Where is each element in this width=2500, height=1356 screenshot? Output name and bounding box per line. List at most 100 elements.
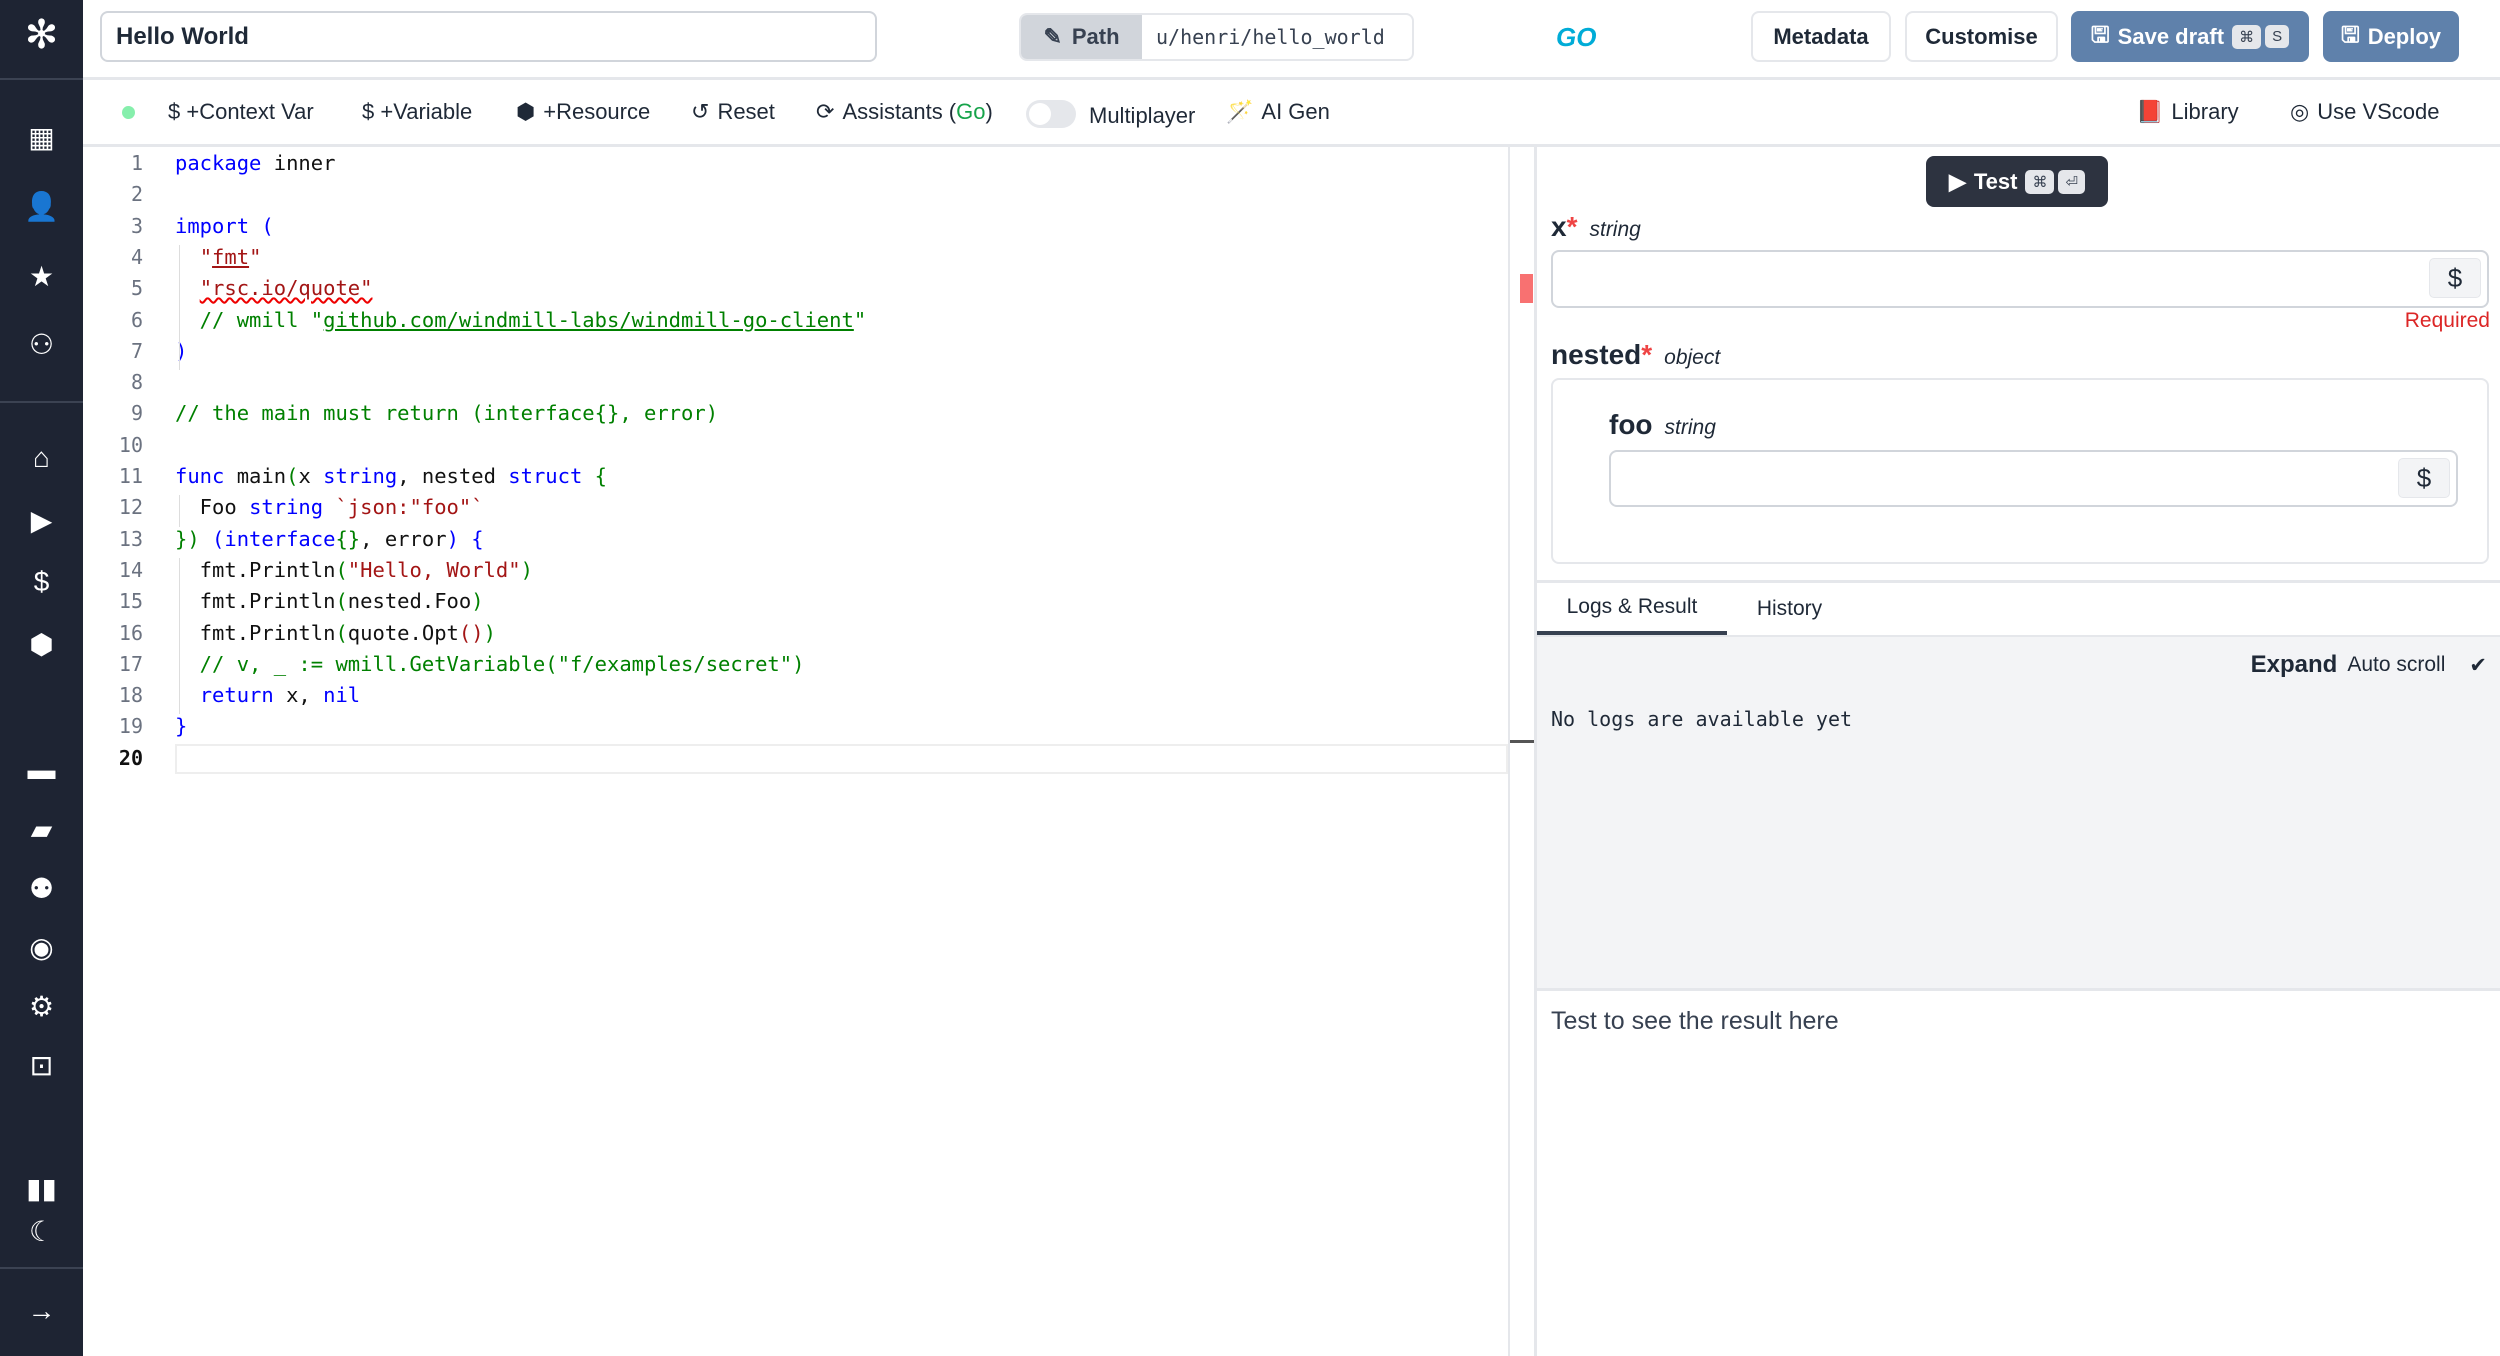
code-token: fmt.Println [175, 589, 336, 614]
code-line[interactable]: "fmt" [175, 244, 262, 269]
code-line[interactable]: // the main must return (interface{}, er… [175, 401, 718, 425]
code-line[interactable]: return x, nil [175, 683, 360, 707]
arrow-right-icon[interactable]: → [0, 1291, 83, 1331]
dollar-icon[interactable]: $ [2429, 258, 2481, 298]
save-draft-button[interactable]: 🖫 Save draft ⌘ S [2071, 11, 2309, 62]
save-icon: 🖫 [2090, 21, 2110, 47]
dollar-icon[interactable]: $ [2398, 458, 2450, 498]
script-title-input[interactable]: Hello World [100, 11, 877, 62]
moon-icon[interactable]: ☾ [0, 1211, 83, 1251]
dollar-icon[interactable]: $ [0, 562, 83, 602]
folder-open-icon[interactable]: ▰ [0, 809, 83, 849]
path-edit-button[interactable]: ✎ Path [1021, 15, 1142, 59]
line-number: 8 [130, 370, 143, 395]
line-number: 19 [118, 714, 143, 739]
ai-gen-button[interactable]: 🪄 AI Gen [1226, 80, 1330, 144]
code-token: " [249, 244, 262, 269]
deploy-button[interactable]: 🖫 Deploy [2323, 11, 2459, 62]
eye-icon[interactable]: ◉ [0, 927, 83, 967]
x-input[interactable]: $ [1551, 250, 2489, 308]
calendar-icon[interactable]: ▬ [0, 750, 83, 790]
code-line[interactable]: fmt.Println(quote.Opt()) [175, 621, 496, 645]
code-line[interactable]: Foo string `json:"foo"` [175, 495, 484, 519]
code-line[interactable]: import ( [175, 214, 274, 238]
tab-logs-result[interactable]: Logs & Result [1537, 583, 1727, 635]
x-arg-label: x* string [1551, 211, 1641, 242]
multiplayer-toggle[interactable] [1026, 100, 1076, 128]
line-number: 13 [118, 526, 143, 551]
test-button[interactable]: ▶ Test ⌘ ⏎ [1926, 156, 2108, 207]
code-line[interactable]: ) [175, 339, 187, 363]
code-line[interactable]: }) (interface{}, error) { [175, 527, 484, 551]
reset-button[interactable]: ↺ Reset [691, 80, 775, 144]
sidebar-divider [0, 78, 83, 80]
use-vscode-button[interactable]: ◎ Use VScode [2290, 80, 2440, 144]
path-value: u/henri/hello_world [1156, 25, 1385, 49]
code-token: " [199, 244, 213, 269]
tab-history[interactable]: History [1727, 583, 1852, 635]
code-token: "rsc.io/quote" [199, 276, 373, 301]
code-token: ( [335, 620, 348, 645]
book-open-icon[interactable]: ▮▮ [0, 1168, 83, 1208]
users-icon[interactable]: ⚇ [0, 324, 83, 364]
refresh-icon: ⟳ [816, 99, 835, 124]
line-number: 6 [130, 307, 143, 332]
code-line[interactable]: "rsc.io/quote" [175, 276, 373, 301]
play-icon[interactable]: ▶ [0, 500, 83, 540]
scrollbar-thumb[interactable] [1510, 740, 1534, 743]
code-line[interactable]: // wmill "github.com/windmill-labs/windm… [175, 308, 867, 332]
code-token: ) [175, 338, 188, 363]
user-icon[interactable]: 👤 [0, 186, 83, 226]
code-line[interactable]: func main(x string, nested struct { [175, 464, 607, 488]
line-number: 11 [118, 464, 143, 488]
auto-scroll-checkbox[interactable]: ✔ [2469, 653, 2487, 678]
code-token: string [323, 464, 398, 488]
assistants-button[interactable]: ⟳ Assistants (Go) [816, 80, 993, 144]
editor-toolbar: $ +Context Var $ +Variable ⬢ +Resource ↺ R… [83, 80, 2500, 147]
expand-button[interactable]: Expand [2251, 651, 2338, 679]
gear-icon[interactable]: ⚙ [0, 986, 83, 1026]
nested-arg-label: nested* object [1551, 339, 1721, 370]
test-panel: ▶ Test ⌘ ⏎ x* string $ Required nested* objec… [1534, 147, 2500, 1356]
error-marker [1520, 274, 1533, 303]
code-line[interactable]: fmt.Println("Hello, World") [175, 558, 533, 582]
code-token: "Hello, World" [347, 557, 521, 582]
editor-scrollbar-track[interactable] [1508, 147, 1510, 1356]
code-line[interactable]: fmt.Println(nested.Foo) [175, 589, 484, 613]
code-token: func [175, 464, 225, 488]
foo-input[interactable]: $ [1609, 450, 2458, 507]
code-token: , error [360, 526, 447, 551]
line-number: 3 [130, 213, 143, 238]
code-token: ) [446, 526, 459, 551]
variable-button[interactable]: $ +Variable [362, 80, 472, 144]
context-var-button[interactable]: $ +Context Var [168, 80, 314, 144]
code-line[interactable]: } [175, 714, 187, 738]
divider [1537, 988, 2500, 991]
code-token: fmt [212, 244, 250, 269]
code-line[interactable]: // v, _ := wmill.GetVariable("f/examples… [175, 652, 805, 676]
home-icon[interactable]: ⌂ [0, 438, 83, 478]
code-token: interface [224, 526, 336, 551]
code-editor[interactable]: 1 package inner 2 3 import (4 "fmt" 5 "rsc.io… [83, 147, 1534, 1356]
line-number: 16 [118, 620, 143, 645]
customise-button[interactable]: Customise [1905, 11, 2058, 62]
code-token: fmt.Println [175, 620, 336, 645]
code-line[interactable]: package inner [175, 151, 335, 175]
code-token: struct [508, 464, 583, 488]
windmill-logo-icon[interactable]: ✻ [0, 13, 83, 57]
cubes-icon[interactable]: ⬢ [0, 624, 83, 664]
metadata-button[interactable]: Metadata [1751, 11, 1891, 62]
building-icon[interactable]: ▦ [0, 117, 83, 157]
path-group[interactable]: ✎ Path u/henri/hello_world [1019, 13, 1414, 61]
line-number: 5 [130, 276, 143, 301]
github-icon: ◎ [2290, 99, 2310, 124]
resource-button[interactable]: ⬢ +Resource [516, 80, 650, 144]
code-token: ) [471, 589, 484, 614]
users-cog-icon[interactable]: ⚉ [0, 868, 83, 908]
line-number: 10 [118, 432, 143, 457]
line-number: 15 [118, 589, 143, 614]
robot-icon[interactable]: ⊡ [0, 1045, 83, 1085]
indent-guide [179, 244, 180, 371]
star-icon[interactable]: ★ [0, 256, 83, 296]
library-button[interactable]: 📕 Library [2136, 80, 2239, 144]
